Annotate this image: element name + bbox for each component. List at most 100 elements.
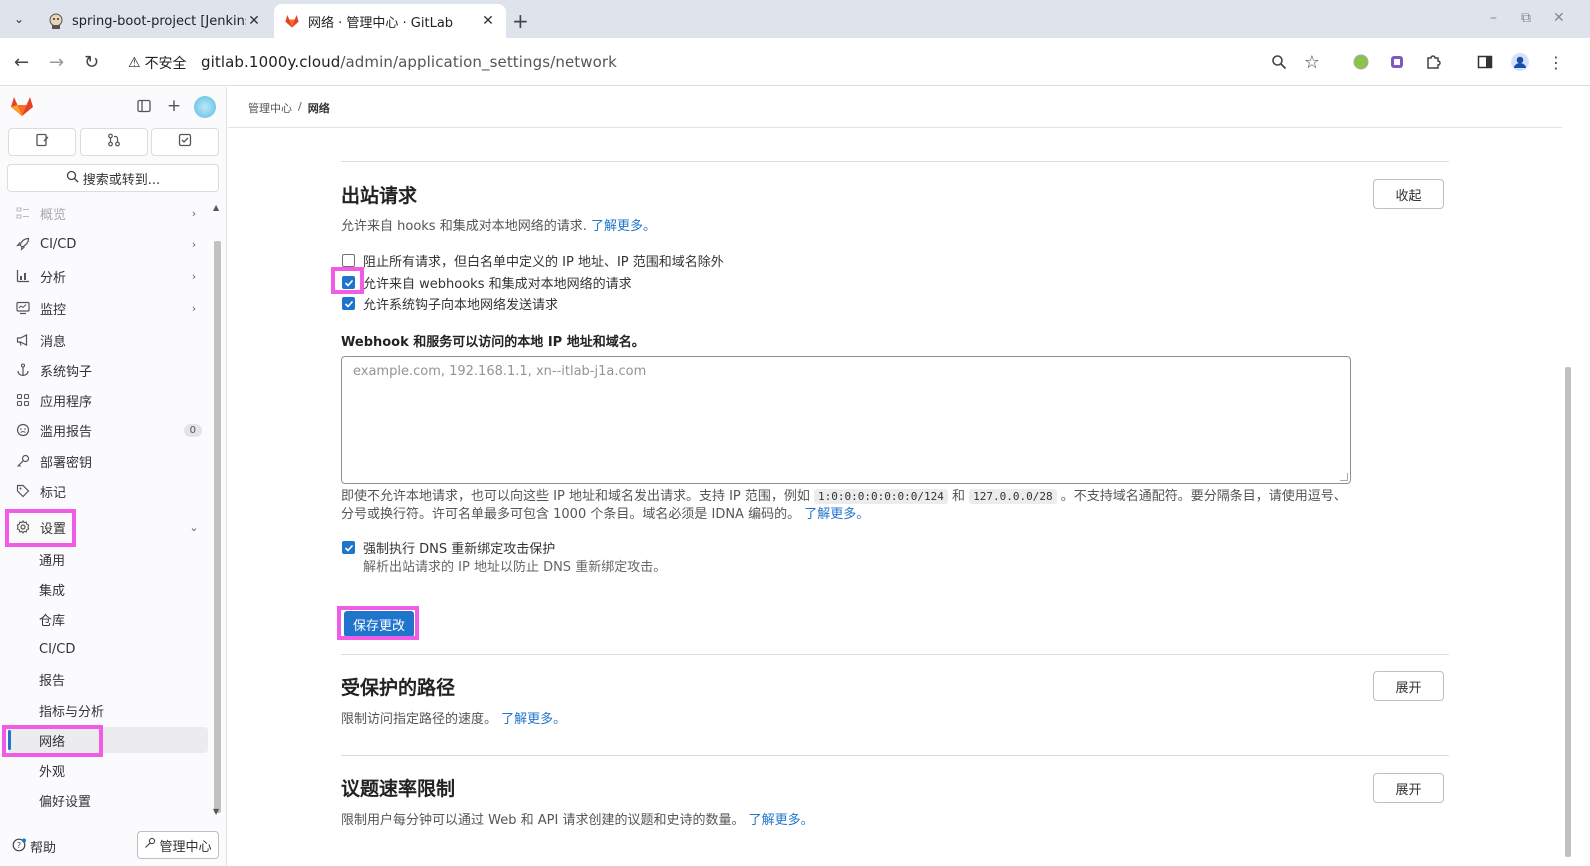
- scroll-thumb[interactable]: [214, 241, 221, 813]
- check-icon: [344, 279, 353, 287]
- extension-purple-icon[interactable]: [1387, 52, 1407, 72]
- expand-button[interactable]: 展开: [1373, 671, 1444, 701]
- breadcrumb-separator: /: [298, 100, 302, 113]
- minimize-icon[interactable]: –: [1490, 10, 1497, 26]
- count-badge: 0: [183, 423, 202, 437]
- admin-area-button[interactable]: 管理中心: [137, 831, 219, 859]
- sidebar-sub-metrics[interactable]: 指标与分析: [8, 697, 208, 723]
- section-description: 限制访问指定路径的速度。 了解更多。: [341, 712, 567, 727]
- sidebar-search-button[interactable]: 搜索或转到...: [7, 164, 219, 192]
- checkbox[interactable]: [342, 254, 355, 267]
- back-icon[interactable]: ←: [14, 52, 29, 73]
- overview-icon: [12, 206, 34, 220]
- url-field[interactable]: gitlab.1000y.cloud/admin/application_set…: [201, 53, 617, 71]
- sidebar-item-cicd[interactable]: CI/CD ›: [8, 230, 208, 258]
- close-icon[interactable]: ✕: [246, 13, 262, 29]
- breadcrumb-current[interactable]: 网络: [308, 100, 330, 116]
- sidebar-item-labels[interactable]: 标记: [8, 477, 208, 505]
- sidebar-sub-preferences[interactable]: 偏好设置: [8, 787, 208, 813]
- section-title: 受保护的路径: [341, 677, 456, 699]
- sidebar-item-system-hooks[interactable]: 系统钩子: [8, 356, 208, 384]
- sidebar-scrollbar[interactable]: ▲ ▼: [212, 203, 222, 823]
- checkbox-checked[interactable]: [342, 276, 355, 289]
- sidebar-sub-repository[interactable]: 仓库: [8, 606, 208, 632]
- todo-icon: [178, 133, 192, 151]
- extension-green-icon[interactable]: [1351, 52, 1371, 72]
- gitlab-logo-icon[interactable]: [10, 95, 34, 121]
- divider: [341, 755, 1449, 756]
- checkbox-allow-webhooks[interactable]: 允许来自 webhooks 和集成对本地网络的请求: [342, 273, 632, 292]
- sidebar-item-analytics[interactable]: 分析 ›: [8, 262, 208, 290]
- sidebar-item-settings[interactable]: 设置 ⌄: [8, 513, 208, 541]
- bullhorn-icon: [12, 333, 34, 347]
- label-icon: [12, 484, 34, 498]
- sidebar-item-applications[interactable]: 应用程序: [8, 386, 208, 414]
- help-button[interactable]: ? 帮助: [12, 837, 56, 856]
- divider: [341, 654, 1449, 655]
- checkbox-dns-rebinding[interactable]: 强制执行 DNS 重新绑定攻击保护: [342, 538, 555, 557]
- sidebar-sub-network[interactable]: 网络: [8, 727, 208, 753]
- section-title: 议题速率限制: [341, 778, 456, 800]
- resize-handle[interactable]: [1340, 473, 1348, 481]
- scroll-down-icon[interactable]: ▼: [213, 807, 219, 816]
- forward-icon[interactable]: →: [49, 52, 64, 73]
- menu-kebab-icon[interactable]: ⋮: [1546, 52, 1566, 72]
- bookmark-star-icon[interactable]: ☆: [1302, 52, 1322, 73]
- tab-title: 网络 · 管理中心 · GitLab: [308, 15, 454, 31]
- security-indicator[interactable]: ⚠ 不安全: [128, 53, 187, 73]
- side-panel-icon[interactable]: [1475, 52, 1495, 72]
- sidebar-sub-integrations[interactable]: 集成: [8, 576, 208, 602]
- checkbox-checked[interactable]: [342, 297, 355, 310]
- close-icon[interactable]: ✕: [480, 13, 496, 29]
- top-bar: 管理中心 / 网络: [228, 87, 1562, 128]
- tab-jenkins[interactable]: spring-boot-project [Jenkins] ✕: [38, 4, 272, 38]
- tab-gitlab-network[interactable]: 网络 · 管理中心 · GitLab ✕: [274, 4, 506, 38]
- checkbox-checked[interactable]: [342, 541, 355, 554]
- sidebar-sub-cicd[interactable]: CI/CD: [8, 636, 208, 662]
- sidebar-item-overview[interactable]: 概览 ›: [8, 199, 208, 227]
- issues-button[interactable]: [8, 128, 76, 156]
- learn-more-link[interactable]: 了解更多。: [804, 507, 869, 522]
- help-icon: ?: [12, 838, 26, 856]
- checkbox-allow-system-hooks[interactable]: 允许系统钩子向本地网络发送请求: [342, 294, 558, 313]
- learn-more-link[interactable]: 了解更多。: [591, 219, 656, 234]
- window-close-icon[interactable]: ✕: [1553, 10, 1565, 26]
- issues-icon: [35, 133, 49, 151]
- chevron-right-icon: ›: [191, 269, 197, 283]
- sidebar-item-messages[interactable]: 消息: [8, 326, 208, 354]
- restore-icon[interactable]: ⧉: [1521, 10, 1531, 26]
- sidebar-item-monitoring[interactable]: 监控 ›: [8, 294, 208, 322]
- create-new-icon[interactable]: +: [165, 96, 183, 116]
- page-scrollbar[interactable]: [1562, 87, 1590, 866]
- avatar[interactable]: [194, 96, 216, 118]
- scroll-thumb[interactable]: [1565, 367, 1571, 857]
- collapse-button[interactable]: 收起: [1373, 179, 1444, 209]
- section-description: 允许来自 hooks 和集成对本地网络的请求. 了解更多。: [341, 219, 657, 234]
- new-tab-icon[interactable]: +: [512, 9, 529, 33]
- learn-more-link[interactable]: 了解更多。: [501, 712, 566, 727]
- dns-help: 解析出站请求的 IP 地址以防止 DNS 重新绑定攻击。: [363, 560, 667, 575]
- expand-button[interactable]: 展开: [1373, 773, 1444, 803]
- checkbox-block-all[interactable]: 阻止所有请求，但白名单中定义的 IP 地址、IP 范围和域名除外: [342, 251, 724, 270]
- save-button[interactable]: 保存更改: [344, 611, 414, 637]
- profile-icon[interactable]: [1510, 52, 1530, 72]
- warning-icon: ⚠: [128, 55, 141, 71]
- allowlist-textarea[interactable]: example.com, 192.168.1.1, xn--itlab-j1a.…: [341, 356, 1351, 484]
- sidebar-sub-reporting[interactable]: 报告: [8, 666, 208, 692]
- sidebar-item-deploy-keys[interactable]: 部署密钥: [8, 447, 208, 475]
- monitor-icon: [12, 301, 34, 315]
- tab-search-icon[interactable]: ⌄: [8, 8, 30, 30]
- sidebar-header: +: [0, 87, 226, 127]
- breadcrumb-admin[interactable]: 管理中心: [248, 100, 292, 116]
- scroll-up-icon[interactable]: ▲: [213, 203, 219, 212]
- learn-more-link[interactable]: 了解更多。: [749, 813, 814, 828]
- sidebar-toggle-icon[interactable]: [135, 97, 153, 115]
- zoom-icon[interactable]: [1269, 52, 1289, 72]
- puzzle-icon[interactable]: [1423, 52, 1443, 72]
- reload-icon[interactable]: ↻: [84, 52, 99, 73]
- todo-button[interactable]: [151, 128, 219, 156]
- sidebar-sub-appearance[interactable]: 外观: [8, 757, 208, 783]
- merge-requests-button[interactable]: [80, 128, 148, 156]
- sidebar-item-abuse-reports[interactable]: 滥用报告 0: [8, 416, 208, 444]
- sidebar-sub-general[interactable]: 通用: [8, 546, 208, 572]
